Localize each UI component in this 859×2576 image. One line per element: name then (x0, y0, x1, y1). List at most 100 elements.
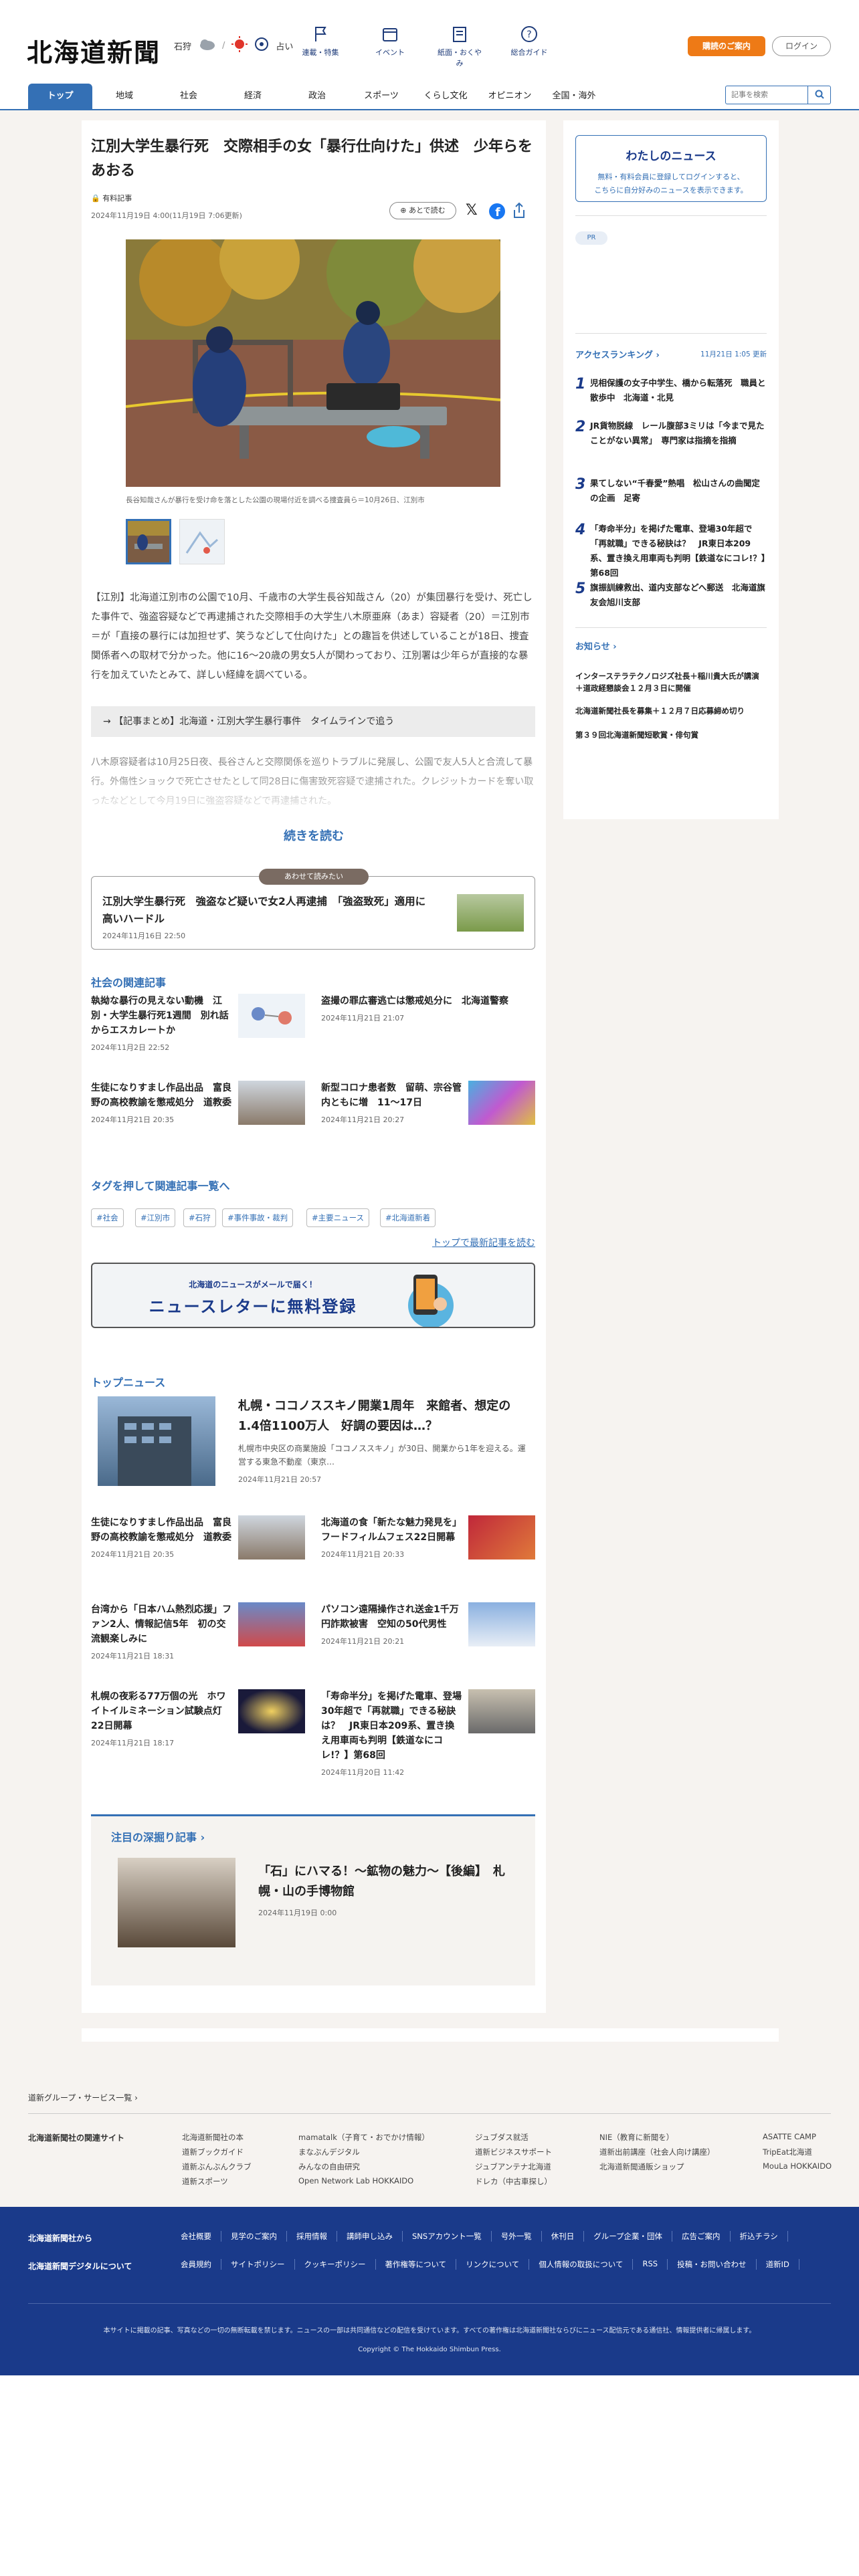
tag-chip[interactable]: #石狩 (183, 1208, 216, 1227)
tab-top[interactable]: トップ (28, 84, 92, 109)
tag-chip[interactable]: #江別市 (135, 1208, 176, 1227)
footer-link[interactable]: 会員規約 (181, 2259, 221, 2270)
related-site-link[interactable]: 北海道新聞通販ショップ (599, 2161, 684, 2172)
related-site-link[interactable]: 道新スポーツ (182, 2176, 228, 2187)
related-summary-link[interactable]: → 【記事まとめ】北海道・江別大学生暴行事件 タイムラインで追う (91, 706, 535, 737)
related-site-link[interactable]: みんなの自由研究 (298, 2161, 360, 2172)
nav-guide[interactable]: ? 総合ガイド (507, 25, 551, 68)
group-services-link[interactable]: 道新グループ・サービス一覧 › (28, 2092, 138, 2103)
weather-widget[interactable]: 石狩 / 占い (174, 36, 293, 55)
site-logo[interactable]: 北海道新聞 (27, 32, 161, 69)
deep-dive-heading[interactable]: 注目の深掘り記事 › (111, 1828, 205, 1844)
footer-link[interactable]: 休刊日 (551, 2231, 585, 2242)
tag-chip[interactable]: #事件事故・裁判 (222, 1208, 294, 1227)
notice-item[interactable]: インターステラテクノロジズ社長＋稲川貴大氏が講演＋道政経懇談会１２月３日に開催 (575, 670, 767, 694)
top-article[interactable]: 「寿命半分」を掲げた電車、登場30年超で「再就職」できる秘訣は？ JR東日本20… (321, 1689, 535, 1778)
tab-sports[interactable]: スポーツ (349, 84, 413, 109)
search-input[interactable] (725, 86, 808, 104)
footer-link[interactable]: クッキーポリシー (304, 2259, 376, 2270)
x-share-icon[interactable]: 𝕏 (466, 202, 478, 219)
related-site-link[interactable]: 道新ビジネスサポート (475, 2147, 552, 2157)
top-lead-article[interactable]: 札幌・ココノススキノ開業1周年 来館者、想定の1.4倍1100万人 好調の要因は… (98, 1396, 526, 1486)
related-site-link[interactable]: ドレカ（中古車探し） (475, 2176, 552, 2187)
photo-thumbnail-1[interactable] (126, 519, 171, 564)
footer-link[interactable]: 道新ID (766, 2259, 799, 2270)
related-site-link[interactable]: ASATTE CAMP (763, 2132, 816, 2141)
ranking-heading[interactable]: アクセスランキング › (575, 348, 660, 360)
related-site-link[interactable]: Open Network Lab HOKKAIDO (298, 2176, 413, 2185)
footer-link[interactable]: 採用情報 (296, 2231, 337, 2242)
my-news-box[interactable]: わたしのニュース 無料・有料会員に登録してログインすると、 こちらに自分好みのニ… (575, 135, 767, 202)
social-article-1[interactable]: 執拗な暴行の見えない動機 江別・大学生暴行死1週間 別れ話からエスカレートか 2… (91, 994, 305, 1053)
ranking-item[interactable]: 4 「寿命半分」を掲げた電車、登場30年超で「再就職」できる秘訣は？ JR東日本2… (575, 522, 767, 580)
tag-chip[interactable]: #主要ニュース (306, 1208, 370, 1227)
subscribe-button[interactable]: 購読のご案内 (688, 36, 765, 56)
notice-item[interactable]: 第３９回北海道新聞短歌賞・俳句賞 (575, 729, 767, 741)
nav-series[interactable]: 連載・特集 (298, 25, 343, 68)
tab-world[interactable]: 全国・海外 (542, 84, 606, 109)
tab-society[interactable]: 社会 (157, 84, 221, 109)
footer-link[interactable]: 個人情報の取扱について (539, 2259, 634, 2270)
read-later-button[interactable]: ⊕ あとで読む (389, 202, 456, 219)
social-article-3[interactable]: 生徒になりすまし作品出品 富良野の高校教諭を懲戒処分 道教委 2024年11月2… (91, 1081, 305, 1125)
digital-links: 会員規約 サイトポリシー クッキーポリシー 著作権等について リンクについて 個人情報の取… (181, 2259, 823, 2270)
related-site-link[interactable]: ジュブダス就活 (475, 2132, 529, 2143)
top-article[interactable]: 札幌の夜彩る77万個の光 ホワイトイルミネーション試験点灯 22日開幕 2024… (91, 1689, 305, 1748)
related-site-link[interactable]: 道新ぶんぶんクラブ (182, 2161, 252, 2172)
social-article-2[interactable]: 盗撮の罪広審逃亡は懲戒処分に 北海道警察 2024年11月21日 21:07 (321, 994, 535, 1023)
tab-politics[interactable]: 政治 (285, 84, 349, 109)
related-site-link[interactable]: まなぶんデジタル (298, 2147, 360, 2157)
related-site-link[interactable]: TripEat北海道 (763, 2147, 812, 2157)
top-article[interactable]: パソコン遠隔操作され送金1千万円詐欺被害 空知の50代男性 2024年11月21… (321, 1602, 535, 1646)
footer-link[interactable]: SNSアカウント一覧 (412, 2231, 492, 2242)
search-button[interactable] (808, 86, 831, 104)
facebook-share-icon[interactable]: f (488, 203, 506, 223)
tab-region[interactable]: 地域 (92, 84, 157, 109)
footer-link[interactable]: RSS (642, 2259, 668, 2270)
related-site-link[interactable]: NIE（教育に新聞を） (599, 2132, 674, 2143)
related-site-link[interactable]: 道新出前講座（社会人向け講座） (599, 2147, 715, 2157)
tag-chip[interactable]: #北海道新着 (380, 1208, 436, 1227)
ranking-item[interactable]: 5 旗振訓練救出、道内支部などへ郵送 北海道旗友会旭川支部 (575, 580, 767, 610)
latest-news-link[interactable]: トップで最新記事を読む (432, 1236, 535, 1249)
related-site-link[interactable]: mamatalk（子育て・おでかけ情報） (298, 2132, 430, 2143)
footer-link[interactable]: グループ企業・団体 (593, 2231, 673, 2242)
related-site-link[interactable]: 道新ブックガイド (182, 2147, 244, 2157)
top-article[interactable]: 台湾から「日本ハム熱烈応援」ファン2人、情報記信5年 初の交流観楽しみに 202… (91, 1602, 305, 1661)
newsletter-banner[interactable]: 北海道のニュースがメールで届く！ ニュースレターに無料登録 (91, 1263, 535, 1328)
footer-link[interactable]: 著作権等について (385, 2259, 457, 2270)
top-article[interactable]: 北海道の食「新たな魅力発見を」 フードフィルムフェス22日開幕 2024年11月… (321, 1515, 535, 1560)
footer-link[interactable]: 投稿・お問い合わせ (677, 2259, 757, 2270)
login-button[interactable]: ログイン (772, 36, 831, 56)
top-article[interactable]: 生徒になりすまし作品出品 富良野の高校教諭を懲戒処分 道教委 2024年11月2… (91, 1515, 305, 1560)
related-site-link[interactable]: 北海道新聞社の本 (182, 2132, 244, 2143)
nav-paper[interactable]: 紙面・おくやみ (438, 25, 482, 68)
article-photo[interactable] (126, 239, 500, 487)
notice-item[interactable]: 北海道新聞社長を募集＋１２月７日応募締め切り (575, 705, 767, 717)
notice-heading[interactable]: お知らせ › (575, 639, 617, 652)
tag-chip[interactable]: #社会 (91, 1208, 124, 1227)
ranking-item[interactable]: 3 果てしない“千春愛”熱唱 松山さんの曲聞定の企画 足寄 (575, 476, 767, 506)
footer-link[interactable]: リンクについて (466, 2259, 530, 2270)
social-article-4[interactable]: 新型コロナ患者数 留萌、宗谷管内ともに増 11～17日 2024年11月21日 … (321, 1081, 535, 1125)
ranking-item[interactable]: 1 児相保護の女子中学生、橋から転落死 職員と散歩中 北海道・北見 (575, 376, 767, 405)
footer-link[interactable]: サイトポリシー (231, 2259, 295, 2270)
related-site-link[interactable]: ジュブアンテナ北海道 (475, 2161, 551, 2172)
deep-dive-article[interactable]: 「石」にハマる！～鉱物の魅力～【後編】 札幌・山の手博物館 2024年11月19… (118, 1858, 519, 1951)
tab-economy[interactable]: 経済 (221, 84, 285, 109)
share-icon[interactable] (511, 202, 527, 222)
footer-link[interactable]: 広告ご案内 (682, 2231, 731, 2242)
footer-link[interactable]: 講師申し込み (347, 2231, 403, 2242)
tab-opinion[interactable]: オピニオン (478, 84, 542, 109)
ranking-item[interactable]: 2 JR貨物脱線 レール腹部3ミリは「今まで見たことがない異常」 専門家は指摘を指… (575, 419, 767, 448)
footer-link[interactable]: 会社概要 (181, 2231, 221, 2242)
related-site-link[interactable]: MouLa HOKKAIDO (763, 2161, 832, 2171)
footer-link[interactable]: 号外一覧 (501, 2231, 542, 2242)
tab-life[interactable]: くらし文化 (413, 84, 478, 109)
photo-thumbnail-2[interactable] (179, 519, 225, 564)
footer-link[interactable]: 見学のご案内 (231, 2231, 287, 2242)
footer-link[interactable]: 折込チラシ (740, 2231, 788, 2242)
read-more-button[interactable]: 続きを読む (82, 827, 546, 844)
recommended-article[interactable]: あわせて読みたい 江別大学生暴行死 強盗など疑いで女2人再逮捕 「強盗致死」適用… (91, 869, 535, 950)
nav-events[interactable]: イベント (368, 25, 412, 68)
